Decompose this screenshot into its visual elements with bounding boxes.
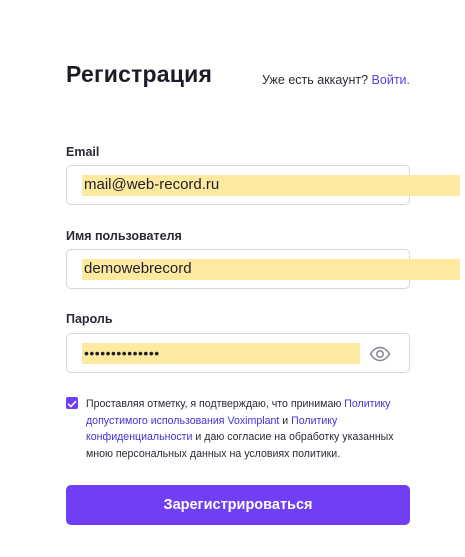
registration-page: Регистрация Уже есть аккаунт? Войти. Ema… <box>0 0 465 557</box>
password-label: Пароль <box>66 312 113 326</box>
page-title: Регистрация <box>66 61 213 87</box>
username-label: Имя пользователя <box>66 229 182 243</box>
checkmark-icon <box>67 400 77 408</box>
password-value: •••••••••••••• <box>84 345 160 361</box>
consent-checkbox[interactable] <box>66 397 78 409</box>
password-field[interactable]: •••••••••••••• <box>66 333 410 373</box>
consent-text: Проставляя отметку, я подтверждаю, что п… <box>86 396 396 462</box>
consent-text-part: и <box>279 414 292 427</box>
email-label: Email <box>66 145 100 159</box>
login-prompt-text: Уже есть аккаунт? <box>262 73 369 87</box>
consent-text-part: Проставляя отметку, я подтверждаю, что п… <box>86 398 345 410</box>
email-field[interactable]: mail@web-record.ru <box>66 165 460 205</box>
email-value: mail@web-record.ru <box>84 176 220 193</box>
username-value: demowebrecord <box>84 260 192 277</box>
eye-icon[interactable] <box>369 346 391 362</box>
login-prompt: Уже есть аккаунт? Войти. <box>262 73 410 87</box>
username-field[interactable]: demowebrecord <box>66 249 460 289</box>
login-link[interactable]: Войти. <box>372 73 410 87</box>
register-button[interactable]: Зарегистрироваться <box>66 485 410 525</box>
